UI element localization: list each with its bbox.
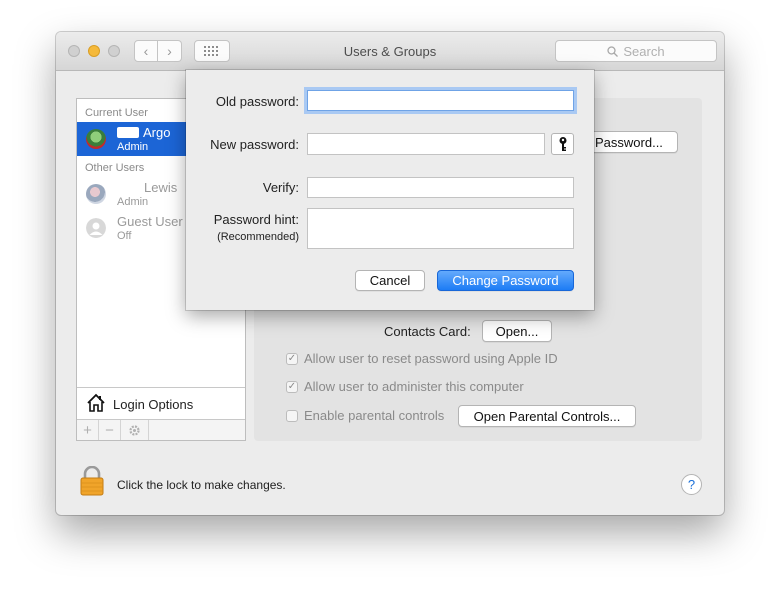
verify-label: Verify: [262, 180, 299, 195]
user-role: Admin [117, 196, 149, 208]
user-name: Argo [117, 125, 170, 140]
reset-password-apple-id-checkbox[interactable]: ✓ Allow user to reset password using App… [286, 351, 558, 366]
login-options-label: Login Options [113, 397, 194, 412]
open-contacts-card-button[interactable]: Open... [482, 320, 552, 342]
user-name: Guest User [117, 214, 183, 229]
house-icon [87, 393, 105, 412]
checkbox-label: Allow user to administer this computer [304, 379, 524, 394]
password-hint-sublabel: (Recommended) [217, 231, 299, 243]
login-options-item[interactable]: Login Options [77, 387, 245, 420]
change-password-button[interactable]: Password... [584, 131, 678, 153]
guest-user-icon [86, 218, 106, 238]
checkbox-box[interactable]: ✓ [286, 380, 298, 393]
old-password-label: Old password: [215, 94, 299, 109]
new-password-label: New password: [210, 137, 299, 152]
avatar [86, 129, 106, 149]
help-button[interactable]: ? [681, 474, 702, 495]
checkbox-box[interactable] [286, 409, 298, 422]
change-password-confirm-button[interactable]: Change Password [437, 270, 574, 291]
user-role: Off [117, 230, 132, 242]
plus-icon: + [83, 421, 92, 439]
change-password-sheet: Old password: New password: Verify: Pass… [186, 70, 594, 310]
minus-icon: − [105, 421, 114, 439]
question-mark-icon: ? [687, 477, 696, 492]
action-menu-button[interactable] [121, 420, 149, 440]
cancel-button[interactable]: Cancel [355, 270, 425, 291]
add-user-button[interactable]: + [77, 420, 99, 440]
redacted-name-block [117, 127, 139, 138]
checkbox-box[interactable]: ✓ [286, 352, 298, 365]
parental-controls-checkbox[interactable]: Enable parental controls [286, 408, 444, 423]
list-toolbar: + − [77, 419, 245, 440]
other-users-heading: Other Users [85, 162, 145, 174]
contacts-card-label: Contacts Card: [384, 324, 471, 339]
new-password-field[interactable] [307, 133, 545, 155]
password-assistant-button[interactable] [551, 133, 574, 155]
search-placeholder: Search [623, 43, 665, 59]
lock-instruction-text: Click the lock to make changes. [117, 478, 286, 492]
search-icon [607, 45, 619, 57]
administer-computer-checkbox[interactable]: ✓ Allow user to administer this computer [286, 379, 524, 394]
key-icon [559, 137, 566, 151]
checkbox-label: Enable parental controls [304, 408, 445, 423]
password-hint-label: Password hint: [213, 212, 299, 227]
avatar [86, 184, 106, 204]
remove-user-button[interactable]: − [99, 420, 121, 440]
lock-icon[interactable] [80, 466, 104, 496]
title-bar: ‹ › Users & Groups Search [56, 32, 724, 71]
current-user-heading: Current User [85, 107, 148, 119]
checkbox-label: Allow user to reset password using Apple… [304, 351, 558, 366]
user-role: Admin [117, 141, 149, 153]
open-parental-controls-button[interactable]: Open Parental Controls... [458, 405, 636, 427]
gear-icon [129, 424, 140, 436]
user-name: Lewis [144, 180, 178, 195]
old-password-field[interactable] [307, 90, 574, 111]
verify-password-field[interactable] [307, 177, 574, 198]
password-hint-field[interactable] [307, 208, 574, 249]
search-field[interactable]: Search [555, 40, 717, 62]
